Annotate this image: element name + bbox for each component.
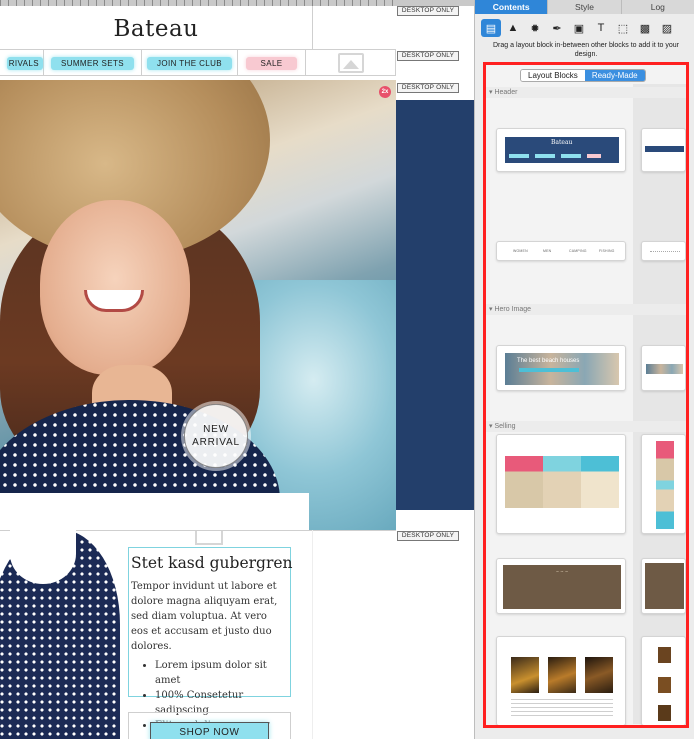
thumb-quote-desktop[interactable]: ~ ~ ~ (496, 558, 626, 614)
nav-pill-summer-sets[interactable]: SUMMER SETS (50, 56, 135, 70)
desktop-only-tag[interactable]: DESKTOP ONLY (397, 51, 459, 61)
thumb-nav-desktop[interactable]: WOMEN MEN CAMPING FISHING (496, 241, 626, 261)
video-icon[interactable]: ▣ (569, 19, 589, 37)
nav-pill-join-club[interactable]: JOIN THE CLUB (146, 56, 233, 70)
new-arrival-line-2: ARRIVAL (192, 437, 240, 448)
thumb-quote-text: ~ ~ ~ (555, 569, 569, 574)
nav-row[interactable]: RIVALS SUMMER SETS JOIN THE CLUB SALE (0, 50, 396, 76)
thumb-products-mobile[interactable] (641, 636, 686, 725)
thumb-product-photo (658, 705, 671, 721)
thumb-nav-pill (509, 154, 529, 158)
nav-cell-arrivals[interactable]: RIVALS (0, 50, 44, 76)
section-header[interactable]: ▾ Hero Image (486, 304, 686, 315)
thumb-header-bar (645, 146, 684, 152)
thumb-nav-pill (561, 154, 581, 158)
new-arrival-line-1: NEW (203, 424, 229, 435)
layout-block-icon[interactable]: ▤ (481, 19, 501, 37)
thumb-brand: Bateau (551, 139, 573, 146)
shape-icon[interactable]: ▲ (503, 19, 523, 37)
selection-icon[interactable]: ⬚ (613, 19, 633, 37)
card-title[interactable]: Stet kasd gubergren (131, 554, 293, 572)
pen-icon[interactable]: ✒ (547, 19, 567, 37)
retina-2x-badge[interactable]: 2x (379, 86, 391, 98)
thumb-selling-desktop[interactable] (496, 434, 626, 534)
thumb-product-photo (658, 677, 671, 693)
nav-pill-arrivals[interactable]: RIVALS (6, 56, 43, 70)
thumb-nav-dots (650, 251, 680, 252)
thumb-nav-text: WOMEN (513, 249, 528, 253)
image-icon[interactable]: ▨ (657, 19, 677, 37)
pattern-icon[interactable]: ▩ (635, 19, 655, 37)
thumb-hero-button (519, 368, 579, 372)
desktop-only-tag[interactable]: DESKTOP ONLY (397, 83, 459, 93)
shop-now-button[interactable]: SHOP NOW (150, 722, 269, 739)
thumb-product-text-lines (511, 699, 613, 719)
section-header[interactable]: ▾ Header (486, 87, 686, 98)
thumb-selling-column (543, 456, 581, 508)
segment-ready-made[interactable]: Ready-Made (584, 70, 645, 81)
nav-pill-sale[interactable]: SALE (246, 56, 297, 70)
tab-log[interactable]: Log (622, 0, 694, 14)
thumb-nav-pill (535, 154, 555, 158)
image-placeholder-icon (337, 53, 364, 73)
thumb-quote-mobile[interactable] (641, 558, 686, 614)
thumb-hero-image (646, 364, 683, 374)
hero-side-color-panel[interactable] (396, 100, 474, 510)
image-placeholder-icon (195, 531, 223, 545)
thumb-hero-mobile[interactable] (641, 345, 686, 391)
brand-title[interactable]: Bateau (0, 16, 312, 42)
ready-made-panel: Layout Blocks Ready-Made ▾ Header Bateau… (483, 62, 689, 728)
thumb-hero-desktop[interactable]: The best beach houses (496, 345, 626, 391)
content-toolbar: ▤ ▲ ✹ ✒ ▣ T ⬚ ▩ ▨ (475, 17, 694, 39)
thumb-product-photo (585, 657, 613, 693)
nav-cell-summer-sets[interactable]: SUMMER SETS (44, 50, 142, 76)
nav-cell-join-club[interactable]: JOIN THE CLUB (142, 50, 238, 76)
section-header[interactable]: ▾ Selling (486, 421, 686, 432)
list-item: Lorem ipsum dolor sit amet (155, 658, 287, 688)
thumb-selling-column (581, 456, 619, 508)
thumb-hero-text: The best beach houses (517, 358, 580, 364)
dress-neckline-shape (10, 524, 76, 584)
new-arrival-badge[interactable]: NEW ARRIVAL (184, 404, 248, 468)
desktop-only-tag[interactable]: DESKTOP ONLY (397, 531, 459, 541)
app-window: Bateau RIVALS SUMMER SETS JOIN THE CLUB … (0, 0, 694, 739)
tab-style[interactable]: Style (548, 0, 622, 14)
header-block[interactable]: Bateau (0, 6, 396, 50)
tab-contents[interactable]: Contents (475, 0, 549, 14)
thumb-nav-text: FISHING (599, 249, 615, 253)
section-title: Header (494, 89, 518, 96)
thumb-product-photo (548, 657, 576, 693)
sidebar-tabs: Contents Style Log (475, 0, 694, 14)
thumb-selling-mobile[interactable] (641, 434, 686, 534)
thumb-quote-panel (645, 563, 684, 609)
section-title: Selling (494, 423, 516, 430)
section-title: Hero Image (494, 306, 532, 313)
desktop-only-tag[interactable]: DESKTOP ONLY (397, 6, 459, 16)
thumb-product-photo (511, 657, 539, 693)
thumb-header-desktop[interactable]: Bateau (496, 128, 626, 172)
header-divider (312, 6, 313, 50)
product-divider (312, 530, 313, 739)
hero-face-shape (40, 200, 190, 375)
thumb-selling-column (505, 456, 543, 508)
gear-icon[interactable]: ✹ (525, 19, 545, 37)
thumb-nav-text: MEN (543, 249, 552, 253)
nav-cell-sale[interactable]: SALE (238, 50, 306, 76)
text-icon[interactable]: T (591, 19, 611, 37)
product-text-card[interactable]: Stet kasd gubergren Tempor invidunt ut l… (128, 547, 293, 731)
thumbnail-mobile-column (633, 84, 686, 724)
block-type-segmented-control[interactable]: Layout Blocks Ready-Made (520, 69, 646, 82)
thumb-header-mobile[interactable] (641, 128, 686, 172)
thumb-nav-mobile[interactable] (641, 241, 686, 261)
drag-hint-text: Drag a layout block in-between other blo… (493, 42, 679, 58)
thumb-products-desktop[interactable] (496, 636, 626, 725)
thumb-product-photo (658, 647, 671, 663)
nav-cell-image[interactable] (306, 50, 396, 76)
card-body[interactable]: Tempor invidunt ut labore et dolore magn… (131, 579, 287, 654)
thumb-selling-strip (656, 441, 674, 529)
thumb-nav-pill (587, 154, 601, 158)
thumb-nav-text: CAMPING (569, 249, 587, 253)
segment-layout-blocks[interactable]: Layout Blocks (521, 70, 585, 81)
